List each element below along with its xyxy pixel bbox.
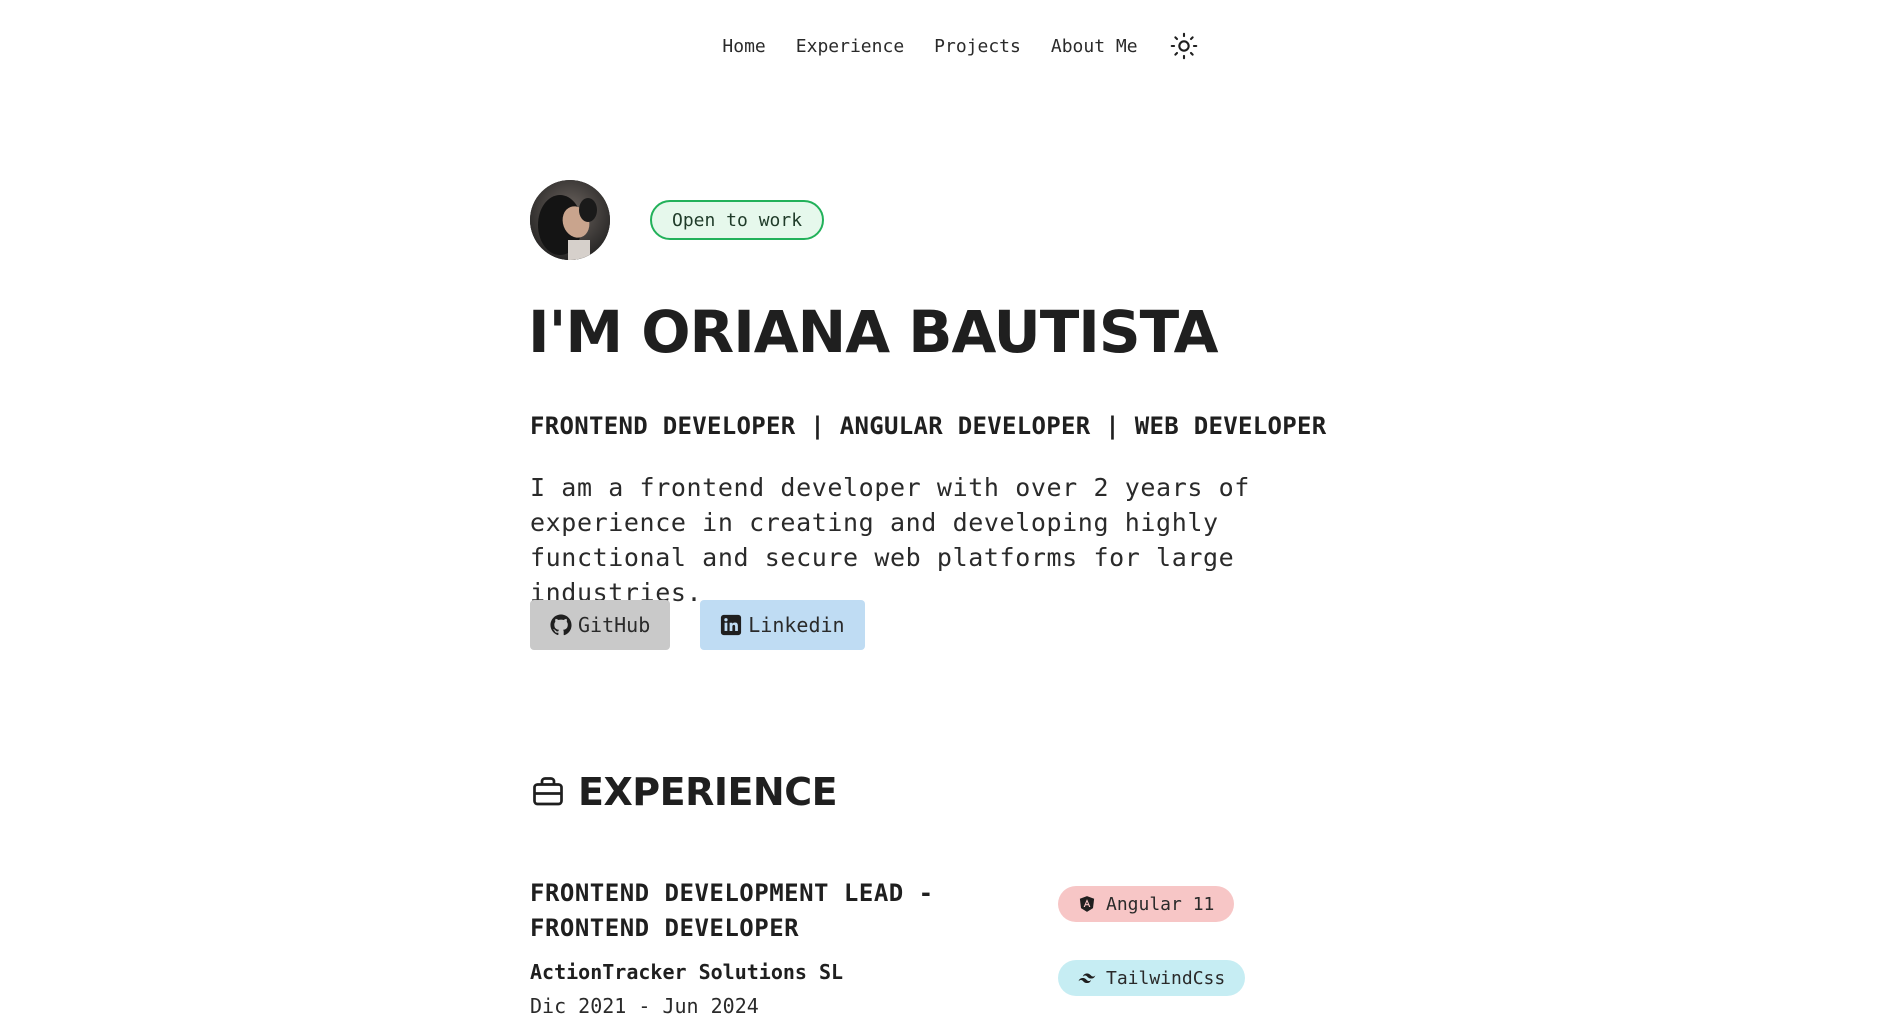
tag-tailwind: TailwindCss — [1058, 960, 1246, 996]
github-icon — [550, 614, 572, 636]
sun-icon — [1170, 32, 1197, 60]
linkedin-button-label: Linkedin — [748, 613, 845, 637]
job-title: FRONTEND DEVELOPMENT LEAD - FRONTEND DEV… — [530, 879, 934, 942]
experience-section-header: EXPERIENCE — [530, 770, 838, 814]
tag-angular-label: Angular 11 — [1106, 893, 1215, 915]
github-button-label: GitHub — [578, 613, 651, 637]
linkedin-button[interactable]: Linkedin — [700, 600, 865, 650]
linkedin-icon — [721, 614, 742, 636]
job-dates: Dic 2021 - Jun 2024 — [530, 994, 759, 1018]
avatar — [530, 180, 610, 260]
experience-item: FRONTEND DEVELOPMENT LEAD - FRONTEND DEV… — [530, 876, 1370, 1018]
intro-description: I am a frontend developer with over 2 ye… — [530, 473, 1250, 607]
hero-header: Open to work — [530, 180, 825, 260]
roles-subtitle: FRONTEND DEVELOPER | ANGULAR DEVELOPER |… — [530, 412, 1327, 440]
theme-toggle-button[interactable] — [1169, 31, 1199, 61]
experience-heading: EXPERIENCE — [578, 770, 838, 814]
nav-item-about-me[interactable]: About Me — [1036, 36, 1153, 57]
top-navigation: Home Experience Projects About Me — [0, 26, 1898, 66]
tailwind-icon — [1078, 973, 1096, 984]
page-title: I'M ORIANA BAUTISTA — [528, 298, 1219, 366]
nav-item-experience[interactable]: Experience — [781, 36, 919, 57]
nav-links: Home Experience Projects About Me — [707, 31, 1198, 61]
github-button[interactable]: GitHub — [530, 600, 671, 650]
angular-icon — [1079, 896, 1095, 912]
briefcase-icon — [533, 777, 563, 806]
tag-angular: Angular 11 — [1058, 886, 1235, 922]
nav-item-projects[interactable]: Projects — [919, 36, 1036, 57]
open-to-work-badge: Open to work — [650, 200, 825, 240]
social-links: GitHub Linkedin — [530, 600, 865, 650]
job-tech-tags: Angular 11 TailwindCss — [1058, 886, 1246, 996]
tag-tailwind-label: TailwindCss — [1106, 967, 1226, 989]
nav-item-home[interactable]: Home — [707, 36, 780, 57]
